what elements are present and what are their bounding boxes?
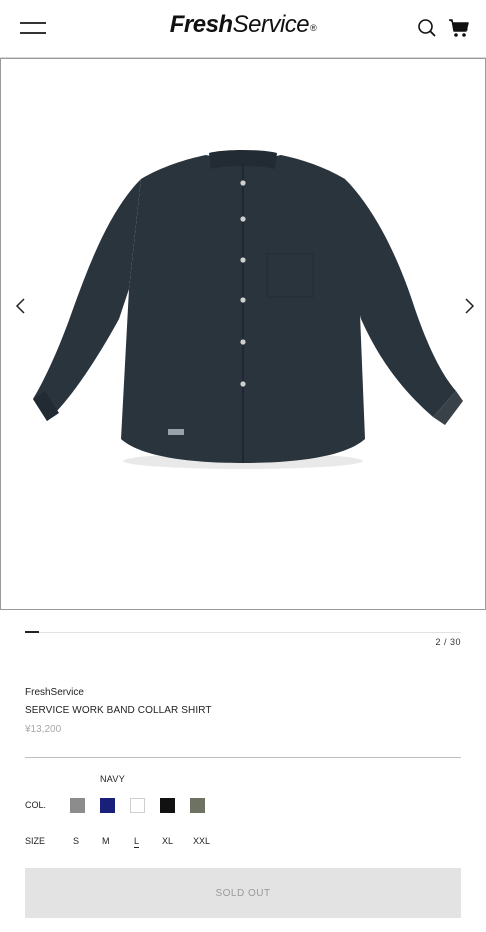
size-option-l[interactable]: L	[134, 836, 140, 848]
color-swatch-navy[interactable]	[100, 798, 115, 813]
product-brand: FreshService	[25, 687, 84, 698]
gallery-progress-fill	[25, 631, 40, 633]
color-swatch-olive[interactable]	[190, 798, 205, 813]
size-option-xxl[interactable]: XXL	[193, 836, 210, 846]
size-option-s[interactable]: S	[73, 836, 79, 846]
color-swatch-white[interactable]	[130, 798, 145, 813]
site-header: FreshService®	[0, 0, 486, 58]
chevron-left-icon[interactable]	[11, 295, 31, 317]
product-image	[33, 150, 463, 469]
site-logo[interactable]: FreshService®	[0, 11, 486, 39]
search-icon[interactable]	[416, 17, 438, 39]
size-label: SIZE	[25, 836, 46, 846]
gallery-page-counter: 2 / 30	[435, 637, 461, 647]
divider	[25, 757, 461, 758]
size-option-m[interactable]: M	[102, 836, 110, 846]
size-option-xl[interactable]: XL	[162, 836, 173, 846]
cart-icon[interactable]	[448, 17, 470, 39]
product-image-gallery[interactable]	[0, 58, 486, 610]
color-label: COL.	[25, 800, 47, 810]
chevron-right-icon[interactable]	[459, 295, 479, 317]
product-name: SERVICE WORK BAND COLLAR SHIRT	[25, 705, 212, 716]
product-price: ¥13,200	[25, 724, 62, 735]
selected-color-name: NAVY	[100, 774, 126, 784]
color-swatch-gray[interactable]	[70, 798, 85, 813]
gallery-progress-bar	[25, 631, 461, 633]
sold-out-button[interactable]: SOLD OUT	[25, 868, 461, 918]
color-swatch-black[interactable]	[160, 798, 175, 813]
